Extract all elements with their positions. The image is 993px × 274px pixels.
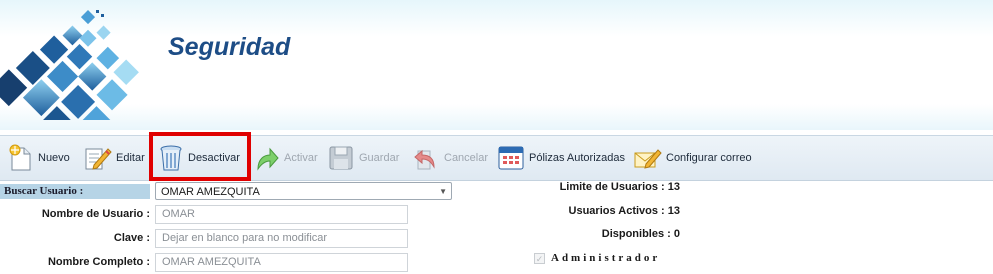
logo-icon — [0, 10, 139, 120]
nombre-completo-input[interactable]: OMAR AMEZQUITA — [155, 253, 408, 272]
cancelar-button[interactable]: Cancelar — [412, 142, 488, 174]
new-document-icon — [9, 144, 31, 171]
calendar-icon — [498, 146, 524, 170]
save-disk-icon — [329, 146, 353, 170]
configurar-correo-button[interactable]: Configurar correo — [632, 142, 752, 174]
limite-usuarios: Limite de Usuarios : 13 — [559, 181, 680, 193]
editar-button[interactable]: Editar — [82, 142, 145, 174]
nombre-completo-label: Nombre Completo : — [47, 256, 150, 268]
highlight-box — [149, 132, 251, 181]
polizas-autorizadas-label: Pólizas Autorizadas — [529, 152, 625, 164]
nuevo-label: Nuevo — [38, 152, 70, 164]
administrador-label: Administrador — [551, 252, 661, 264]
disponibles: Disponibles : 0 — [601, 228, 680, 240]
activar-button[interactable]: Activar — [254, 142, 318, 174]
editar-label: Editar — [116, 152, 145, 164]
usuarios-activos: Usuarios Activos : 13 — [568, 205, 680, 217]
buscar-usuario-select[interactable]: OMAR AMEZQUITA ▼ — [155, 182, 452, 200]
nombre-usuario-input[interactable]: OMAR — [155, 205, 408, 224]
cancelar-label: Cancelar — [444, 152, 489, 164]
mail-edit-icon — [634, 149, 662, 169]
edit-icon — [85, 148, 112, 170]
buscar-usuario-value: OMAR AMEZQUITA — [161, 186, 260, 198]
nuevo-button[interactable]: Nuevo — [8, 142, 70, 174]
clave-label: Clave : — [113, 232, 150, 244]
cancel-undo-icon — [414, 149, 435, 170]
activate-arrow-icon — [257, 147, 279, 171]
nombre-usuario-label: Nombre de Usuario : — [41, 208, 150, 220]
polizas-autorizadas-button[interactable]: Pólizas Autorizadas — [497, 142, 625, 174]
page-title: Seguridad — [168, 33, 291, 61]
clave-input[interactable]: Dejar en blanco para no modificar — [155, 229, 408, 248]
administrador-checkbox[interactable]: ✓ — [534, 253, 545, 264]
activar-label: Activar — [284, 152, 318, 164]
header-banner: Seguridad — [0, 0, 993, 130]
chevron-down-icon: ▼ — [439, 187, 447, 196]
buscar-usuario-label: Buscar Usuario : — [0, 184, 150, 199]
guardar-label: Guardar — [359, 152, 400, 164]
configurar-correo-label: Configurar correo — [666, 152, 752, 164]
guardar-button[interactable]: Guardar — [327, 142, 399, 174]
